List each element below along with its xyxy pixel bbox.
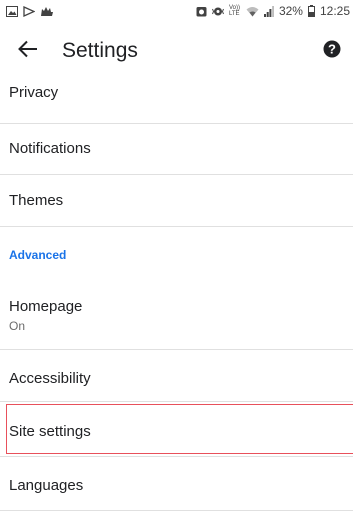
selection-highlight: [6, 404, 353, 454]
settings-item-label: Accessibility: [9, 370, 91, 387]
settings-item-languages[interactable]: Languages: [0, 477, 353, 494]
app-toolbar: Settings ?: [0, 22, 353, 80]
back-button[interactable]: [14, 37, 42, 65]
divider: [0, 174, 353, 175]
settings-item-accessibility[interactable]: Accessibility: [0, 370, 353, 387]
status-bar-left: [6, 5, 54, 17]
status-bar: Vo)) LTE 32% 12:25: [0, 0, 353, 22]
alarm-icon: [196, 6, 207, 17]
settings-item-homepage[interactable]: Homepage On: [0, 298, 353, 333]
settings-item-summary: On: [9, 319, 26, 333]
cat-icon: [40, 6, 54, 17]
settings-item-notifications[interactable]: Notifications: [0, 140, 353, 157]
divider: [0, 226, 353, 227]
clock: 12:25: [319, 4, 350, 18]
svg-text:?: ?: [328, 41, 336, 56]
divider: [0, 510, 353, 511]
arrow-back-icon: [18, 40, 38, 63]
page-title: Settings: [62, 39, 138, 62]
status-bar-right: Vo)) LTE 32% 12:25: [196, 4, 350, 18]
vibrate-icon: [211, 6, 224, 17]
settings-item-label: Notifications: [9, 140, 91, 157]
settings-item-label: Homepage: [9, 298, 83, 315]
divider: [0, 123, 353, 124]
help-icon: ?: [323, 40, 341, 63]
volte-icon: Vo)) LTE: [228, 5, 240, 17]
battery-percent: 32%: [278, 4, 303, 18]
settings-item-privacy[interactable]: Privacy: [0, 84, 353, 101]
settings-item-label: Themes: [9, 192, 64, 209]
settings-item-themes[interactable]: Themes: [0, 192, 353, 209]
divider: [0, 349, 353, 350]
divider: [0, 456, 353, 457]
section-header-advanced: Advanced: [9, 248, 67, 262]
play-icon: [23, 5, 35, 17]
image-icon: [6, 5, 18, 17]
help-button[interactable]: ?: [321, 40, 343, 62]
signal-icon: [263, 5, 274, 17]
battery-icon: [307, 5, 315, 17]
settings-item-label: Privacy: [9, 84, 59, 101]
settings-item-label: Languages: [9, 477, 84, 494]
wifi-icon: [246, 6, 259, 17]
divider: [0, 401, 353, 402]
